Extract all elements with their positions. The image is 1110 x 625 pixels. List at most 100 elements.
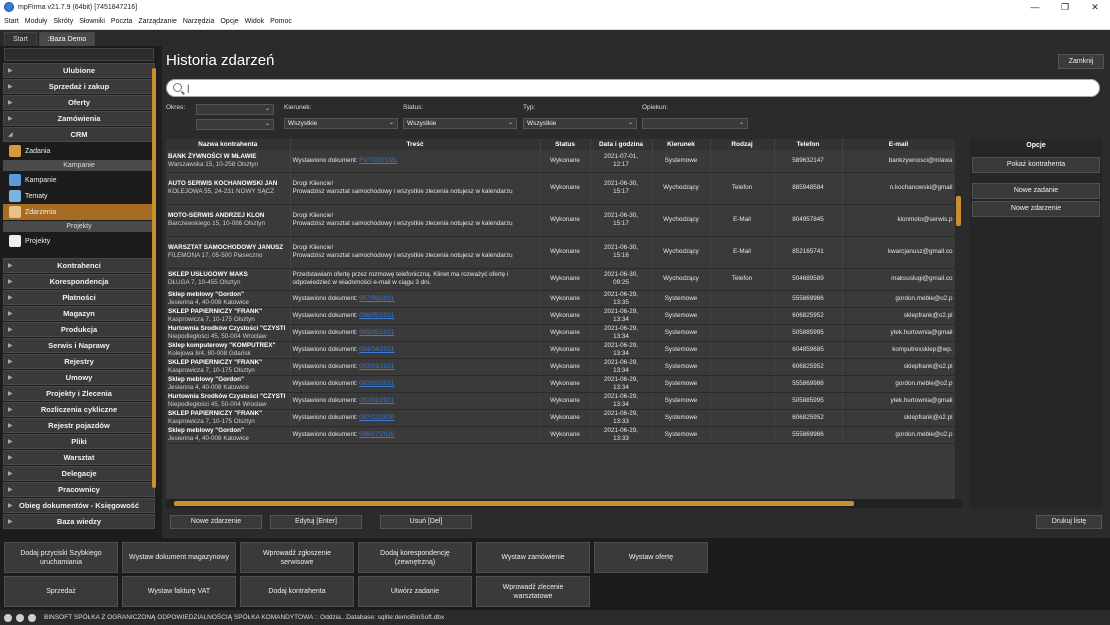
col-header-tresc[interactable]: Treść [290, 139, 541, 150]
document-link[interactable]: 005/05/2021 [359, 329, 394, 336]
quick-vat-invoice[interactable]: Wystaw fakturę VAT [122, 576, 236, 607]
menu-pomoc[interactable]: Pomoc [270, 18, 292, 25]
menu-opcje[interactable]: Opcje [220, 18, 238, 25]
document-link[interactable]: 007/06/2021 [359, 295, 394, 302]
tab-baza-demo[interactable]: :Baza Demo [38, 32, 96, 46]
table-row[interactable]: Sklep meblowy "Gordon" Jesienna 4, 40-008… [166, 426, 956, 444]
sidebar-group-korespondencja[interactable]: ▶ Korespondencja [3, 274, 155, 289]
filter-status-select[interactable]: Wszystkie ⌄ [403, 118, 517, 129]
col-header-email[interactable]: E-mail [842, 139, 956, 150]
quick-offer[interactable]: Wystaw ofertę [594, 542, 708, 573]
document-link[interactable]: 006/07/2020 [359, 431, 394, 438]
sidebar-group-pracownicy[interactable]: ▶ Pracownicy [3, 482, 155, 497]
close-window-button[interactable]: ✕ [1080, 0, 1110, 14]
quick-create-task[interactable]: Utwórz zadanie [358, 576, 472, 607]
minimize-button[interactable]: — [1020, 0, 1050, 14]
filter-typ-select[interactable]: Wszystkie ⌄ [523, 118, 637, 129]
menu-skroty[interactable]: Skróty [53, 18, 73, 25]
menu-widok[interactable]: Widok [245, 18, 264, 25]
sidebar-item-zdarzenia[interactable]: Zdarzenia [3, 204, 155, 220]
sidebar-group-projekty-zlecenia[interactable]: ▶ Projekty i Zlecenia [3, 386, 155, 401]
table-row[interactable]: MOTO-SERWIS ANDRZEJ KLON Barczewskiego 15… [166, 204, 956, 237]
show-contractor-button[interactable]: Pokaż kontrahenta [972, 157, 1100, 173]
sidebar-group-produkcja[interactable]: ▶ Produkcja [3, 322, 155, 337]
table-row[interactable]: Sklep meblowy "Gordon" Jesienna 4, 40-008… [166, 290, 956, 308]
col-header-telefon[interactable]: Telefon [774, 139, 843, 150]
table-row[interactable]: BANK ŻYWNOŚCI W MŁAWIE Warszawska 15, 10-… [166, 150, 956, 173]
col-header-status[interactable]: Status [540, 139, 591, 150]
sidebar-group-sprzedaz[interactable]: ▶ Sprzedaż i zakup [3, 79, 155, 94]
new-task-button[interactable]: Nowe zadanie [972, 183, 1100, 199]
sidebar-group-rejestry[interactable]: ▶ Rejestry [3, 354, 155, 369]
quick-workshop-order[interactable]: Wprowadź zlecenie warsztatowe [476, 576, 590, 607]
quick-add-buttons[interactable]: Dodaj przyciski Szybkiego uruchamiania [4, 542, 118, 573]
filter-opiekun-select[interactable]: ⌄ [642, 118, 748, 129]
edit-button[interactable]: Edytuj [Enter] [270, 515, 362, 529]
sidebar-group-oferty[interactable]: ▶ Oferty [3, 95, 155, 110]
sidebar-group-crm[interactable]: ◢ CRM [3, 127, 155, 142]
table-row[interactable]: Sklep meblowy "Gordon" Jesienna 4, 40-008… [166, 375, 956, 393]
table-row[interactable]: AUTO SERWIS KOCHANOWSKI JAN KOLEJOWA 55, … [166, 172, 956, 205]
filter-okres-from[interactable]: ⌄ [196, 104, 274, 115]
print-list-button[interactable]: Drukuj listę [1036, 515, 1102, 529]
search-input[interactable]: | [166, 79, 1100, 97]
table-row[interactable]: Hurtownia Środków Czystości "CZYSTI Niepo… [166, 324, 956, 342]
filter-okres-to[interactable]: ⌄ [196, 119, 274, 130]
menu-zarzadzanie[interactable]: Zarządzanie [138, 18, 177, 25]
col-header-nazwa[interactable]: Nazwa kontrahenta [166, 139, 291, 150]
sidebar-scrollbar[interactable] [152, 68, 156, 488]
sidebar-group-rozliczenia[interactable]: ▶ Rozliczenia cykliczne [3, 402, 155, 417]
sidebar-item-kampanie[interactable]: Kampanie [3, 172, 155, 188]
quick-sale[interactable]: Sprzedaż [4, 576, 118, 607]
col-header-data[interactable]: Data i godzina [590, 139, 653, 150]
sidebar-group-magazyn[interactable]: ▶ Magazyn [3, 306, 155, 321]
sidebar-group-serwis[interactable]: ▶ Serwis i Naprawy [3, 338, 155, 353]
new-event-option-button[interactable]: Nowe zdarzenie [972, 201, 1100, 217]
delete-button[interactable]: Usuń [Del] [380, 515, 472, 529]
col-header-kierunek[interactable]: Kierunek [652, 139, 711, 150]
menu-moduly[interactable]: Moduły [25, 18, 48, 25]
document-link[interactable]: 002/02/2021 [359, 380, 394, 387]
sidebar-group-obieg-dokumentow[interactable]: ▶ Obieg dokumentów - Księgowość [3, 498, 155, 513]
col-header-rodzaj[interactable]: Rodzaj [710, 139, 775, 150]
menu-poczta[interactable]: Poczta [111, 18, 132, 25]
sidebar-group-warsztat[interactable]: ▶ Warsztat [3, 450, 155, 465]
sidebar-group-kontrahenci[interactable]: ▶ Kontrahenci [3, 258, 155, 273]
sidebar-item-projekty[interactable]: Projekty [3, 233, 155, 249]
sidebar-group-platnosci[interactable]: ▶ Płatności [3, 290, 155, 305]
tab-start[interactable]: Start [4, 32, 37, 46]
document-link[interactable]: 004/04/2021 [359, 346, 394, 353]
menu-narzedzia[interactable]: Narzędzia [183, 18, 215, 25]
maximize-button[interactable]: ❐ [1050, 0, 1080, 14]
sidebar-group-ulubione[interactable]: ▶ Ulubione [3, 63, 155, 78]
document-link[interactable]: 003/03/2021 [359, 363, 394, 370]
document-link[interactable]: 006/05/2021 [359, 312, 394, 319]
quick-add-correspondence[interactable]: Dodaj korespondencję (zewnętrzną) [358, 542, 472, 573]
table-vertical-scroll-thumb[interactable] [956, 196, 961, 226]
new-event-button[interactable]: Nowe zdarzenie [170, 515, 262, 529]
table-row[interactable]: Hurtownia Środków Czystości "CZYSTI Niepo… [166, 392, 956, 410]
document-link[interactable]: 007/12/2020 [359, 414, 394, 421]
quick-service-report[interactable]: Wprowadź zgłoszenie serwisowe [240, 542, 354, 573]
quick-add-contractor[interactable]: Dodaj kontrahenta [240, 576, 354, 607]
table-row[interactable]: Sklep komputerowy "KOMPUTREX" Kolejowa 8/… [166, 341, 956, 359]
close-panel-button[interactable]: Zamknij [1058, 54, 1104, 69]
sidebar-group-baza-wiedzy[interactable]: ▶ Baza wiedzy [3, 514, 155, 529]
table-vertical-scrollbar[interactable] [955, 139, 962, 499]
table-row[interactable]: WARSZTAT SAMOCHODOWY JANUSZ FILEMONA 17, … [166, 236, 956, 269]
quick-warehouse-doc[interactable]: Wystaw dokument magazynowy [122, 542, 236, 573]
sidebar-group-delegacje[interactable]: ▶ Delegacje [3, 466, 155, 481]
document-link[interactable]: FV/7/2021/ZL [359, 157, 397, 164]
sidebar-group-umowy[interactable]: ▶ Umowy [3, 370, 155, 385]
sidebar-item-tematy[interactable]: Tematy [3, 188, 155, 204]
table-row[interactable]: SKLEP PAPIERNICZY "FRANK" Kasprowicza 7, … [166, 307, 956, 325]
table-row[interactable]: SKLEP USŁUGOWY MAKS DŁUGA 7, 10-455 Olszt… [166, 268, 956, 291]
table-row[interactable]: SKLEP PAPIERNICZY "FRANK" Kasprowicza 7, … [166, 409, 956, 427]
sidebar-group-zamowienia[interactable]: ▶ Zamówienia [3, 111, 155, 126]
table-horizontal-scroll-thumb[interactable] [174, 501, 854, 506]
document-link[interactable]: 001/01/2021 [359, 397, 394, 404]
filter-kierunek-select[interactable]: Wszystkie ⌄ [284, 118, 398, 129]
sidebar-item-zadania[interactable]: Zadania [3, 143, 155, 159]
menu-slowniki[interactable]: Słowniki [79, 18, 105, 25]
sidebar-group-rejestr-pojazdow[interactable]: ▶ Rejestr pojazdów [3, 418, 155, 433]
